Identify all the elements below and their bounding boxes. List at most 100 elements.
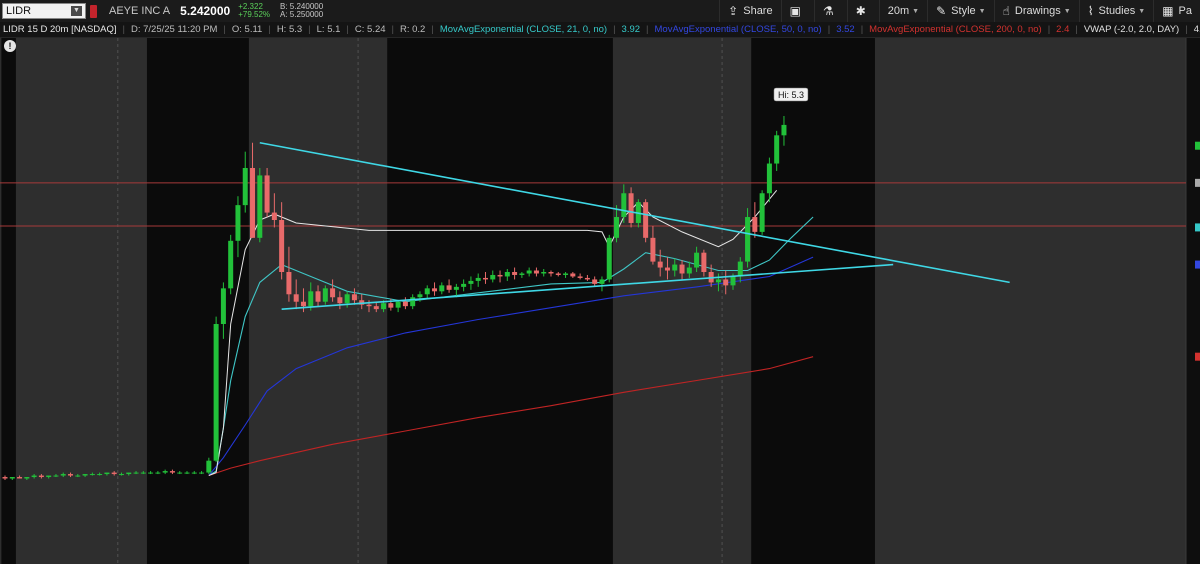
candle-body	[592, 279, 598, 284]
candle-body	[206, 460, 212, 473]
studies-icon: ⌇	[1087, 4, 1094, 18]
candle-body	[293, 294, 299, 302]
timeframe-label: 20m	[887, 5, 910, 17]
edge-marker	[1195, 141, 1200, 150]
symbol-text: LIDR	[6, 5, 32, 17]
candle-body	[162, 471, 168, 473]
patterns-button[interactable]: ▦ Pa	[1153, 0, 1200, 22]
drawings-icon: ☝	[1002, 4, 1010, 18]
candle-body	[264, 175, 270, 213]
candle-body	[315, 291, 321, 302]
ema200-label[interactable]: MovAvgExponential (CLOSE, 200, 0, no)	[866, 24, 1045, 35]
candle-body	[519, 273, 525, 275]
candle-body	[446, 285, 452, 290]
link-color-tag[interactable]	[90, 4, 97, 18]
candle-body	[424, 288, 430, 295]
candle	[745, 208, 751, 268]
candle-body	[82, 474, 88, 476]
candle-body	[417, 294, 423, 298]
candle-body	[53, 475, 59, 477]
style-icon: ✎	[936, 4, 947, 18]
candle-body	[148, 472, 154, 474]
candle-body	[9, 477, 15, 479]
vwap-value: 4.09	[1193, 24, 1200, 35]
high-annotation: Hi: 5.3	[778, 90, 804, 100]
candle-body	[344, 294, 350, 304]
studies-button[interactable]: ⌇ Studies ▼	[1078, 0, 1154, 22]
candle-body	[621, 193, 627, 218]
patterns-icon: ▦	[1162, 4, 1174, 18]
candle-body	[555, 273, 561, 275]
price-chart[interactable]: Hi: 5.3	[0, 38, 1200, 564]
gear-icon: ✱	[855, 4, 866, 18]
drawings-button[interactable]: ☝ Drawings ▼	[993, 0, 1079, 22]
study-legend: LIDR 15 D 20m [NASDAQ] | D: 7/25/25 11:20…	[0, 22, 1200, 38]
candle-body	[781, 124, 787, 136]
chart-title: LIDR 15 D 20m [NASDAQ]	[3, 24, 117, 35]
candle-body	[155, 472, 161, 474]
candle-body	[257, 175, 263, 238]
candle-body	[235, 205, 241, 241]
chevron-down-icon: ▼	[912, 7, 920, 15]
candle-body	[250, 168, 256, 238]
candle-body	[75, 475, 81, 477]
candle-body	[672, 264, 678, 271]
candle-body	[271, 212, 277, 220]
candle-body	[563, 273, 569, 275]
candle-body	[628, 193, 634, 223]
ema21-label[interactable]: MovAvgExponential (CLOSE, 21, 0, no)	[437, 24, 610, 35]
candle-body	[541, 272, 547, 274]
percent-change: +79.52%	[238, 10, 271, 19]
toolbar-right: ⇪ Share ▣ ⚗ ✱ 20m ▼ ✎ Style ▼ ☝ Drawings…	[719, 0, 1200, 22]
candle-body	[279, 220, 285, 272]
candle	[606, 234, 612, 283]
candle-body	[599, 279, 605, 284]
settings-button[interactable]: ✱	[846, 0, 879, 22]
candle-body	[213, 324, 219, 461]
bar-high: H: 5.3	[276, 24, 303, 35]
share-button[interactable]: ⇪ Share	[719, 0, 780, 22]
drawings-label: Drawings	[1014, 5, 1061, 17]
candle-body	[242, 168, 248, 206]
candle-body	[191, 472, 197, 474]
bar-close: C: 5.24	[354, 24, 386, 35]
chevron-down-icon: ▼	[978, 7, 986, 15]
candle-body	[177, 472, 183, 474]
style-button[interactable]: ✎ Style ▼	[927, 0, 993, 22]
symbol-dropdown-icon[interactable]: ▼	[71, 6, 82, 16]
candle-body	[31, 475, 37, 478]
ema50-label[interactable]: MovAvgExponential (CLOSE, 50, 0, no)	[652, 24, 825, 35]
candle	[628, 187, 634, 228]
candle-body	[686, 267, 692, 274]
edge-marker	[1195, 260, 1200, 269]
chevron-down-icon: ▼	[1138, 7, 1146, 15]
share-label: Share	[743, 5, 773, 17]
notes-button[interactable]: ▣	[780, 0, 814, 22]
candle-body	[184, 472, 190, 474]
candle-body	[497, 274, 503, 277]
candle-body	[402, 301, 408, 307]
candle-body	[745, 217, 751, 262]
candle-body	[388, 303, 394, 308]
candle-body	[366, 304, 372, 307]
notes-icon: ▣	[789, 4, 801, 18]
flask-button[interactable]: ⚗	[813, 0, 847, 22]
style-label: Style	[951, 5, 976, 17]
candle-body	[395, 301, 401, 308]
candle-body	[60, 474, 66, 476]
patterns-label: Pa	[1178, 5, 1192, 17]
bar-open: O: 5.11	[231, 24, 263, 35]
timeframe-button[interactable]: 20m ▼	[878, 0, 927, 22]
symbol-input[interactable]: LIDR ▼	[2, 3, 86, 19]
vwap-label[interactable]: VWAP (-2.0, 2.0, DAY)	[1081, 24, 1182, 35]
ema21-value: 3.92	[621, 24, 641, 35]
edge-marker	[1195, 223, 1200, 232]
bar-range: R: 0.2	[400, 24, 426, 35]
candle-body	[715, 279, 721, 283]
price-change: +2.322 +79.52%	[238, 3, 270, 19]
candle-body	[533, 270, 539, 274]
candle-body	[126, 472, 132, 475]
session-backgrounds	[0, 38, 1200, 564]
candle-body	[475, 277, 481, 281]
alert-icon[interactable]: !	[4, 40, 16, 52]
